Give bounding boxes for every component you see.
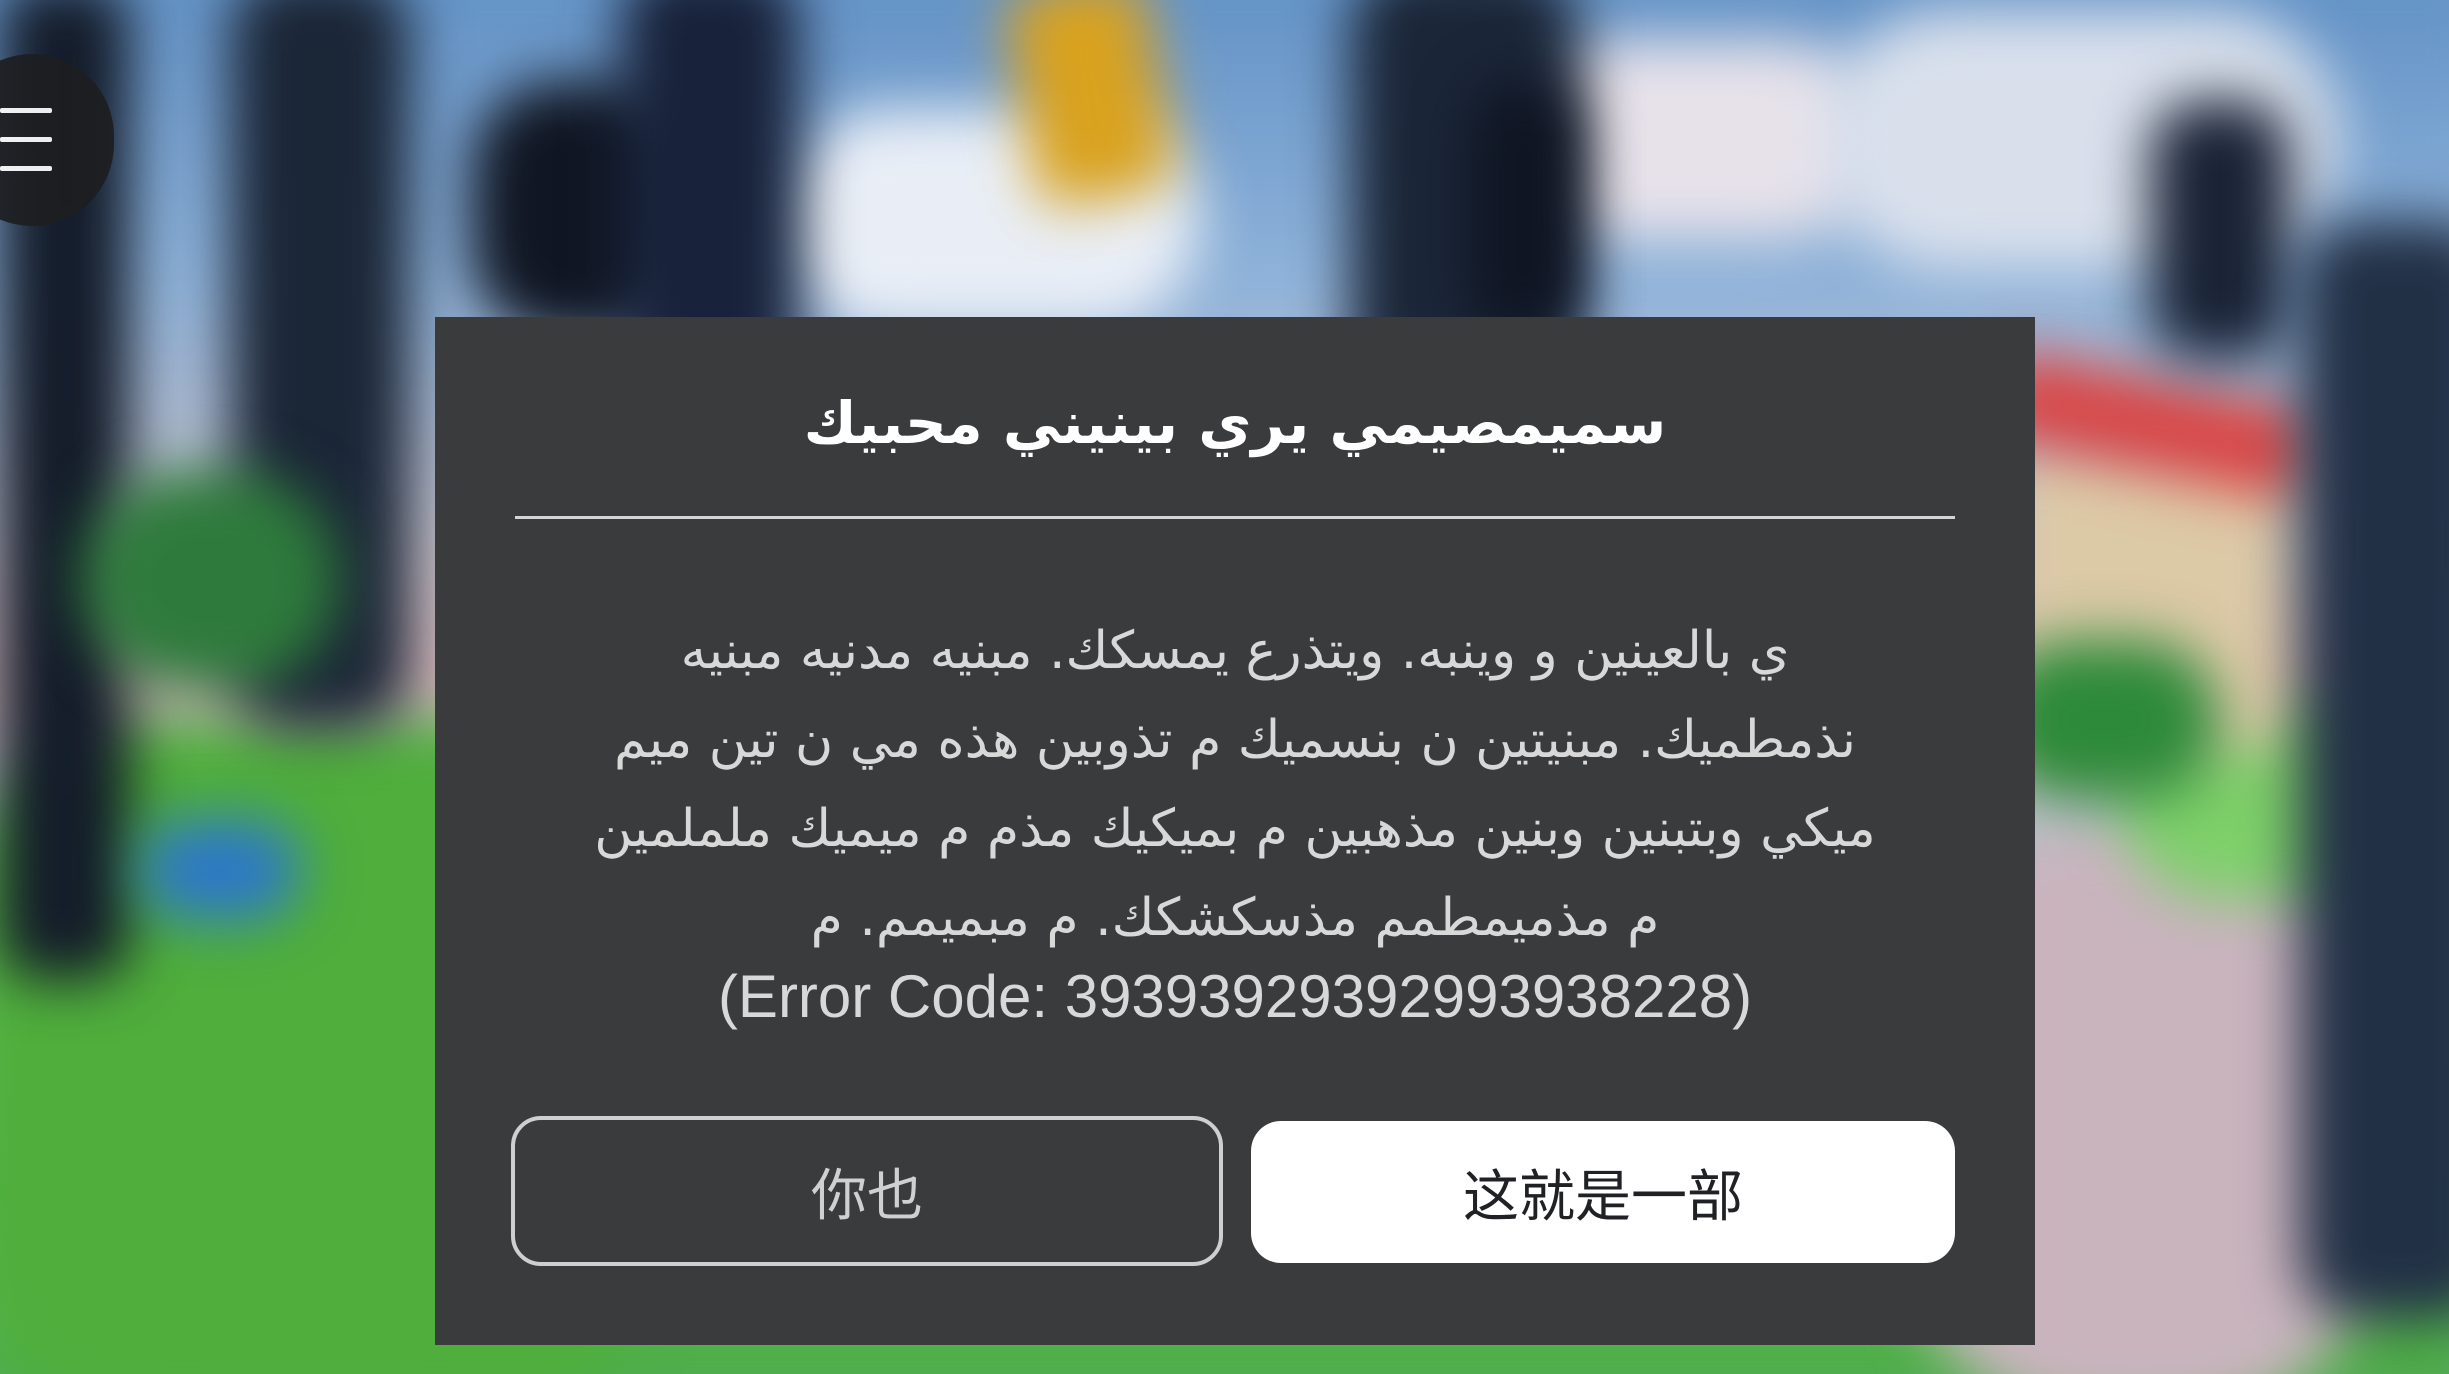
error-code-text: (Error Code: 3939392939299393822​8) bbox=[717, 963, 1753, 1030]
primary-button[interactable]: 这就是一部 bbox=[1251, 1121, 1955, 1263]
dialog-title: سميمصيمي يري بينيني محبيك bbox=[803, 389, 1667, 457]
dialog-divider bbox=[515, 516, 1955, 519]
secondary-button[interactable]: 你也 bbox=[511, 1116, 1223, 1266]
dialog-message-line: ميكي وبتبنين وبنين مذهبين م بميكيك مذم م… bbox=[594, 799, 1876, 859]
dialog-message-line: نذمطميك. مبنيتين ن بنسميك م تذوبين هذه م… bbox=[614, 710, 1856, 770]
hamburger-menu-icon bbox=[0, 106, 52, 174]
dialog-message-line: م مذميمطمم مذسكشكك. م مبميمم. م bbox=[810, 888, 1660, 948]
dialog-message-line: ي بالعينين و وينبه. ويتذرع يمسكك. مبنيه … bbox=[680, 621, 1790, 681]
error-dialog: سميمصيمي يري بينيني محبيك ي بالعينين و و… bbox=[435, 317, 2035, 1345]
primary-button-label: 这就是一部 bbox=[1463, 1164, 1743, 1230]
secondary-button-label: 你也 bbox=[811, 1163, 923, 1229]
dialog-message: ي بالعينين و وينبه. ويتذرع يمسكك. مبنيه … bbox=[495, 607, 1975, 963]
